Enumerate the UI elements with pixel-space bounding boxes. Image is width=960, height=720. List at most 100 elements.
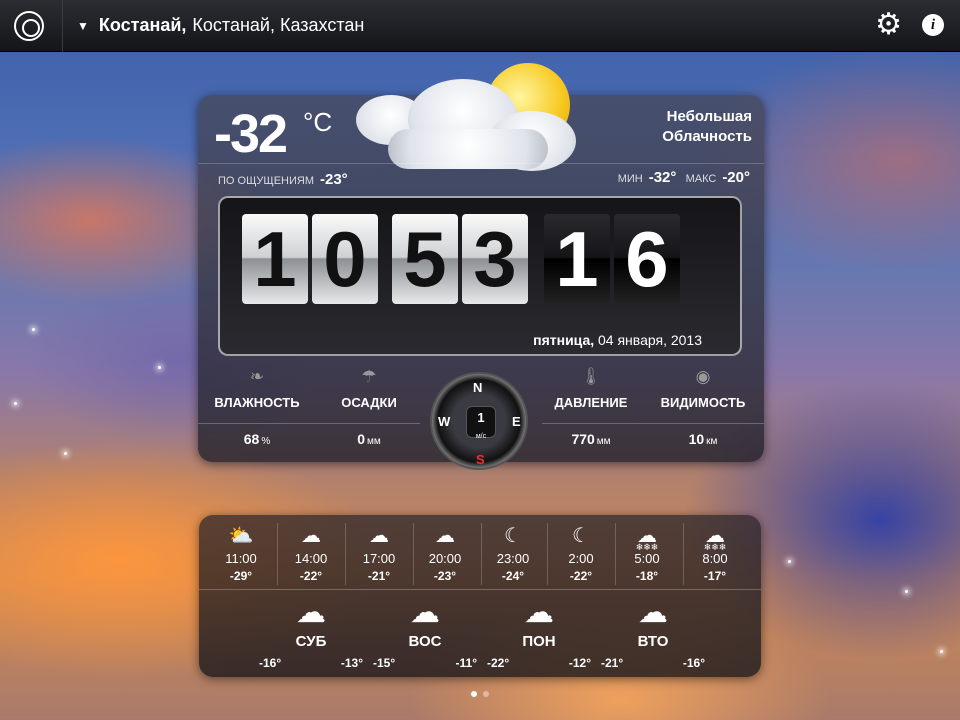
max-label: МАКС: [685, 173, 717, 185]
city-region[interactable]: Костанай, Казахстан: [192, 15, 364, 36]
snow-cloud-icon: ☁ ❄❄❄: [703, 525, 727, 552]
hour-time: 2:00: [568, 551, 594, 566]
page-indicator[interactable]: [468, 684, 492, 702]
hour-temp: -17°: [703, 569, 727, 583]
pressure-stat: 🌡 ДАВЛЕНИЕ 770 мм: [536, 367, 646, 447]
page-dot-active[interactable]: [471, 691, 477, 697]
clock-digit: 0: [312, 214, 378, 304]
hourly-item: ☁ 17:00 -21°: [345, 523, 413, 583]
precipitation-stat: ☂ ОСАДКИ 0 мм: [314, 367, 424, 447]
sun-cloud-icon: ⛅: [228, 525, 254, 547]
hourly-item: ☾ 2:00 -22°: [547, 523, 615, 583]
location-dropdown-icon[interactable]: ▼: [77, 19, 89, 33]
min-value: -32°: [648, 169, 677, 186]
daily-item: ☁ ПОН -22° -12°: [481, 595, 597, 670]
star: [32, 328, 35, 331]
star: [158, 366, 161, 369]
day-name: СУБ: [295, 633, 327, 650]
day-name: ПОН: [522, 633, 556, 650]
settings-gear-icon[interactable]: ⚙: [875, 10, 902, 40]
stat-value: 68%: [202, 431, 312, 447]
snow-cloud-icon: ☁: [524, 596, 554, 629]
daily-item: ☁ ВТО -21° -16°: [595, 595, 711, 670]
snow-cloud-icon: ☁ ❄❄❄: [635, 525, 659, 552]
day-high: -12°: [568, 656, 591, 670]
stat-unit: км: [706, 436, 718, 447]
day-low: -22°: [487, 656, 510, 670]
hour-temp: -22°: [299, 569, 323, 583]
hour-time: 11:00: [225, 551, 257, 566]
stat-unit: мм: [596, 436, 611, 447]
top-bar: ▼ Костанай, Костанай, Казахстан ⚙ i: [0, 0, 960, 52]
moon-icon: ☾: [572, 525, 590, 547]
page-dot[interactable]: [483, 691, 489, 697]
hourly-item: ☁ 20:00 -23°: [411, 523, 479, 583]
hourly-item: ⛅ 11:00 -29°: [207, 523, 275, 583]
hour-time: 23:00: [496, 551, 530, 566]
clock-digit: 5: [392, 214, 458, 304]
max-value: -20°: [722, 169, 750, 186]
divider: [542, 423, 764, 424]
cloud-icon: ☁: [638, 596, 668, 629]
umbrella-icon: ☂: [361, 367, 377, 386]
divider: [198, 163, 764, 164]
day-high: -13°: [340, 656, 363, 670]
stat-unit: %: [261, 436, 271, 447]
feels-like-value: -23°: [319, 171, 348, 188]
feels-like-label: ПО ОЩУЩЕНИЯМ: [218, 175, 314, 187]
hour-time: 17:00: [362, 551, 396, 566]
star: [788, 560, 791, 563]
hourly-item: ☾ 23:00 -24°: [479, 523, 547, 583]
hour-time: 14:00: [294, 551, 328, 566]
day-high: -16°: [682, 656, 705, 670]
current-temperature: -32: [214, 104, 288, 164]
weekday: пятница,: [533, 332, 595, 348]
visibility-stat: ◉ ВИДИМОСТЬ 10 км: [648, 367, 758, 447]
clock-digit: 6: [614, 214, 680, 304]
temperature-unit: °C: [303, 107, 333, 137]
divider: [198, 423, 420, 424]
stat-unit: мм: [367, 436, 381, 447]
hour-temp: -24°: [501, 569, 525, 583]
hourly-item: ☁ 14:00 -22°: [277, 523, 345, 583]
day-low: -15°: [373, 656, 396, 670]
day-low: -16°: [259, 656, 282, 670]
hour-temp: -29°: [229, 569, 253, 583]
wind-compass: N E W S 1 м/с: [430, 372, 528, 470]
humidity-icon: ❧: [249, 367, 265, 386]
hour-temp: -18°: [635, 569, 659, 583]
stat-number: 0: [357, 431, 366, 447]
hourly-item: ☁ ❄❄❄ 8:00 -17°: [681, 523, 749, 583]
stat-label: ОСАДКИ: [341, 395, 397, 410]
wind-speed-value: 1: [477, 410, 485, 425]
hour-temp: -22°: [569, 569, 593, 583]
compass-east: E: [512, 414, 521, 429]
daily-item: ☁ ВОС -15° -11°: [367, 595, 483, 670]
hour-time: 5:00: [634, 551, 660, 566]
stat-value: 10 км: [648, 431, 758, 447]
current-date: пятница, 04 января, 2013: [533, 332, 702, 348]
feels-like: ПО ОЩУЩЕНИЯМ -23°: [218, 171, 348, 188]
stat-label: ВИДИМОСТЬ: [660, 395, 746, 410]
daily-item: ☁ СУБ -16° -13°: [253, 595, 369, 670]
stat-number: 10: [688, 431, 705, 447]
forecast-panel: ⛅ 11:00 -29° ☁ 14:00 -22° ☁ 17:00 -21° ☁ 20:00 -…: [199, 515, 761, 677]
eye-icon: ◉: [695, 367, 711, 386]
day-name: ВТО: [637, 633, 669, 650]
hour-temp: -23°: [433, 569, 457, 583]
snow-cloud-icon: ☁: [296, 596, 326, 629]
weather-condition: Небольшая Облачность: [612, 107, 752, 147]
day-low: -21°: [601, 656, 624, 670]
info-icon[interactable]: i: [922, 14, 944, 36]
wind-speed-unit: м/с: [475, 433, 487, 440]
compass-south: S: [476, 452, 485, 467]
app-logo-icon[interactable]: [14, 10, 44, 41]
divider: [62, 0, 63, 52]
clock-digit: 1: [242, 214, 308, 304]
cloud-icon: ☁: [410, 596, 440, 629]
star: [14, 402, 17, 405]
city-name[interactable]: Костанай,: [99, 15, 187, 36]
cloud-icon: ☁: [301, 525, 321, 547]
stat-label: ДАВЛЕНИЕ: [554, 395, 628, 410]
clock-digit: 3: [462, 214, 528, 304]
